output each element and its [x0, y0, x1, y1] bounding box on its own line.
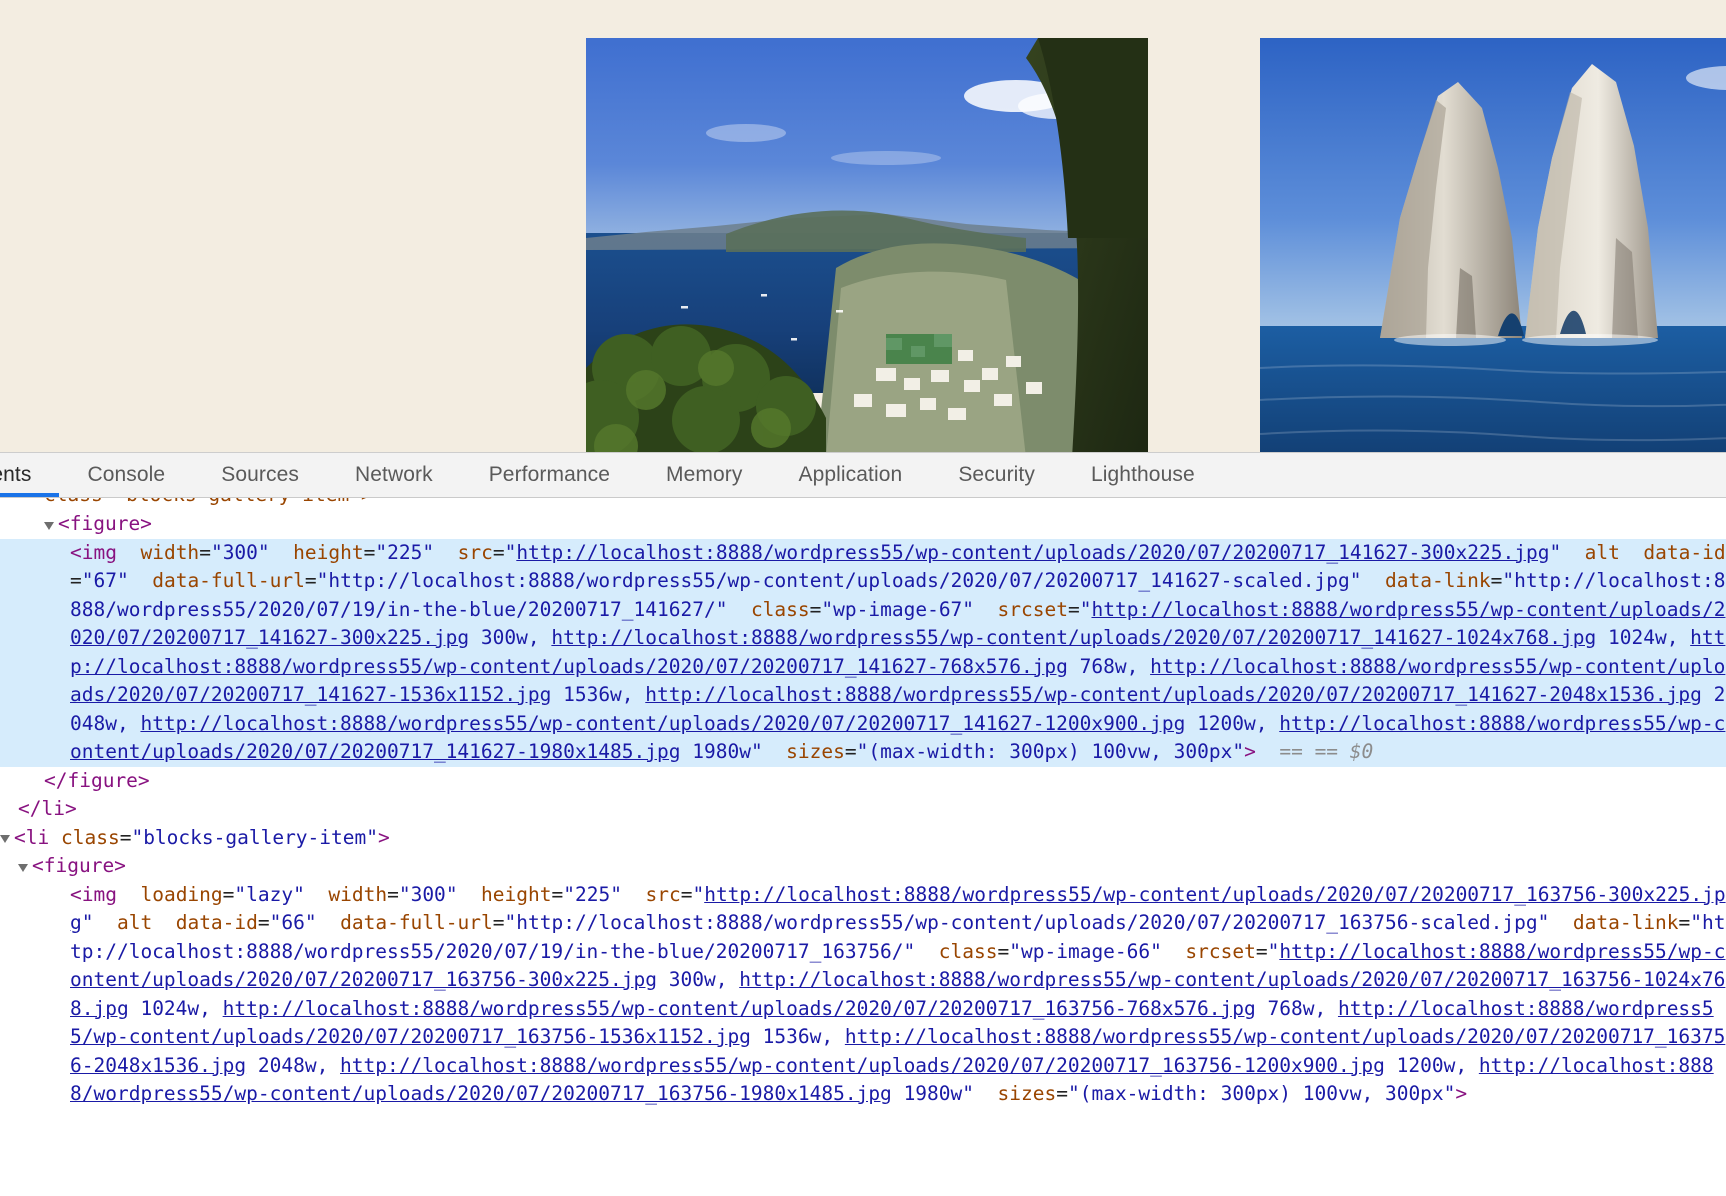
img1-class: wp-image-67	[833, 598, 962, 621]
img1-srcset-url-5[interactable]: http://localhost:8888/wordpress55/wp-con…	[140, 712, 1185, 735]
img1-srcset-url-4[interactable]: http://localhost:8888/wordpress55/wp-con…	[645, 683, 1702, 706]
figure-close-tag-1: </figure>	[44, 769, 150, 792]
dom-row-li-open-2[interactable]: <li class="blocks-gallery-item">	[0, 824, 1726, 853]
dom-row-figure-open-2[interactable]: <figure>	[0, 852, 1726, 881]
img2-width: 300	[411, 883, 446, 906]
img2-srcset-w-5: 1200w	[1397, 1054, 1456, 1077]
img2-srcset-w-2: 768w	[1268, 997, 1315, 1020]
tab-elements[interactable]: ements	[0, 453, 59, 497]
dom-row-clipped-top[interactable]: class="blocks-gallery-item">	[0, 498, 1726, 510]
img2-srcset-w-3: 1536w	[763, 1025, 822, 1048]
devtools-panel: ements Console Sources Network Performan…	[0, 452, 1726, 1196]
disclosure-triangle-icon[interactable]	[0, 835, 10, 843]
tab-security-label: Security	[958, 463, 1035, 487]
img1-data-id: 67	[94, 569, 117, 592]
dom-row-li-close-1[interactable]: </li>	[0, 795, 1726, 824]
dom-row-second-img[interactable]: <img loading="lazy" width="300" height="…	[0, 881, 1726, 1109]
img2-srcset-w-6: 1980w	[904, 1082, 963, 1105]
img2-sizes: (max-width: 300px) 100vw, 300px	[1080, 1082, 1444, 1105]
dom-row-selected-img[interactable]: <img width="300" height="225" src="http:…	[0, 539, 1726, 767]
disclosure-triangle-icon[interactable]	[44, 522, 54, 530]
img1-srcset-w-6: 1980w	[692, 740, 751, 763]
tab-lighthouse-label: Lighthouse	[1091, 463, 1195, 487]
tab-network-label: Network	[355, 463, 433, 487]
tab-console[interactable]: Console	[59, 453, 193, 497]
tab-application[interactable]: Application	[770, 453, 930, 497]
img2-data-id: 66	[281, 911, 304, 934]
li2-attr-value: blocks-gallery-item	[143, 826, 366, 849]
disclosure-triangle-icon[interactable]	[18, 864, 28, 872]
tab-lighthouse[interactable]: Lighthouse	[1063, 453, 1223, 497]
tab-application-label: Application	[798, 463, 902, 487]
img2-height: 225	[575, 883, 610, 906]
tab-security[interactable]: Security	[930, 453, 1063, 497]
webpage-viewport	[0, 0, 1726, 452]
img1-srcset-w-2: 768w	[1080, 655, 1127, 678]
clipped-top-text: class="blocks-gallery-item">	[44, 498, 373, 506]
img2-srcset-url-2[interactable]: http://localhost:8888/wordpress55/wp-con…	[223, 997, 1256, 1020]
tab-sources-label: Sources	[221, 463, 299, 487]
devtools-tabbar: ements Console Sources Network Performan…	[0, 453, 1726, 498]
li2-attr-name: class	[61, 826, 120, 849]
img2-srcset-w-4: 2048w	[258, 1054, 317, 1077]
tab-performance[interactable]: Performance	[461, 453, 638, 497]
img1-sizes: (max-width: 300px) 100vw, 300px	[868, 740, 1232, 763]
selection-marker: == $0	[1315, 740, 1374, 763]
tab-memory-label: Memory	[666, 463, 742, 487]
img2-srcset-w-0: 300w	[669, 968, 716, 991]
img1-width: 300	[223, 541, 258, 564]
img1-src-link[interactable]: http://localhost:8888/wordpress55/wp-con…	[516, 541, 1549, 564]
img1-srcset-w-1: 1024w	[1608, 626, 1667, 649]
gallery-image-faraglioni-rocks[interactable]	[1260, 38, 1726, 452]
gallery-image-capri-coast[interactable]	[586, 38, 1148, 452]
figure-open-tag-1: <figure>	[58, 512, 152, 535]
dom-row-figure-close-1[interactable]: </figure>	[0, 767, 1726, 796]
figure-open-tag-2: <figure>	[32, 854, 126, 877]
faraglioni-rocks-illustration	[1260, 38, 1726, 452]
dom-row-figure-open-1[interactable]: <figure>	[0, 510, 1726, 539]
tab-sources[interactable]: Sources	[193, 453, 327, 497]
img2-srcset-url-5[interactable]: http://localhost:8888/wordpress55/wp-con…	[340, 1054, 1385, 1077]
dom-tree-view[interactable]: class="blocks-gallery-item"> <figure> <i…	[0, 498, 1726, 1196]
img2-class: wp-image-66	[1021, 940, 1150, 963]
img1-srcset-w-3: 1536w	[563, 683, 622, 706]
capri-coast-illustration	[586, 38, 1148, 452]
tab-console-label: Console	[87, 463, 165, 487]
browser-window: ements Console Sources Network Performan…	[0, 0, 1726, 1196]
img2-data-full-url: http://localhost:8888/wordpress55/wp-con…	[516, 911, 1537, 934]
tab-elements-label: ements	[0, 463, 31, 487]
tab-network[interactable]: Network	[327, 453, 461, 497]
tab-memory[interactable]: Memory	[638, 453, 770, 497]
li-close-tag-1: </li>	[18, 797, 77, 820]
img2-srcset-w-1: 1024w	[140, 997, 199, 1020]
li2-tag-name: li	[26, 826, 49, 849]
img2-loading: lazy	[246, 883, 293, 906]
img1-srcset-w-5: 1200w	[1197, 712, 1256, 735]
img1-srcset-w-0: 300w	[481, 626, 528, 649]
image-gallery	[546, 22, 1726, 452]
img1-data-full-url: http://localhost:8888/wordpress55/wp-con…	[328, 569, 1349, 592]
img1-srcset-url-1[interactable]: http://localhost:8888/wordpress55/wp-con…	[551, 626, 1596, 649]
tab-performance-label: Performance	[489, 463, 610, 487]
img1-height: 225	[387, 541, 422, 564]
